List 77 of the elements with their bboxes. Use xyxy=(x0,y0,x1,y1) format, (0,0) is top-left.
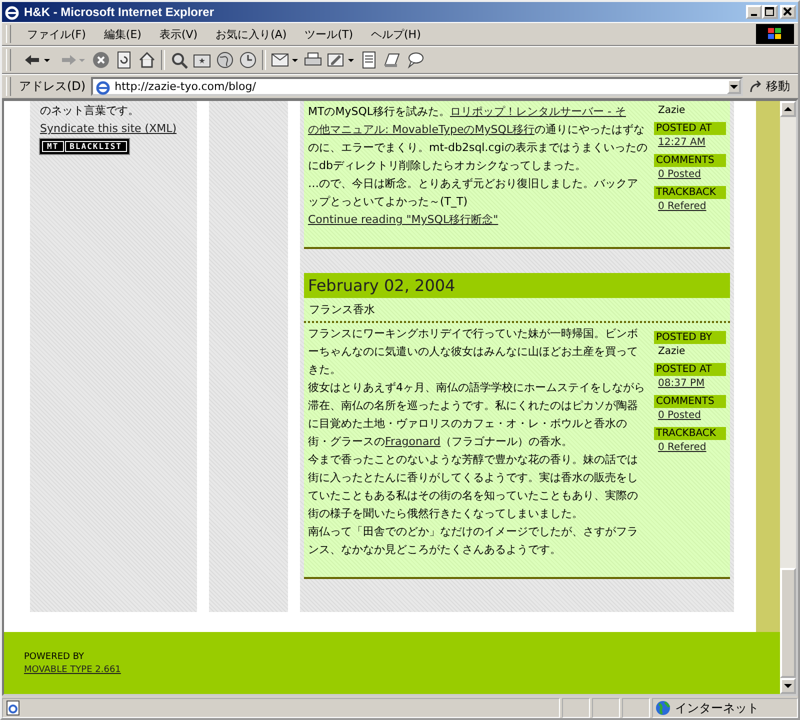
dropdown-button[interactable] xyxy=(727,79,741,94)
vertical-scrollbar[interactable] xyxy=(780,101,796,694)
browser-logo-icon xyxy=(94,78,111,94)
address-label: アドレス(D) xyxy=(19,78,86,95)
sidebar-text: のネット言葉です。 xyxy=(40,103,139,118)
text-link[interactable]: の他マニュアル: MovableTypeのMySQL移行 xyxy=(308,123,535,136)
post-paragraph: 南仏って「田舎でのどか」なだけのイメージでしたが、さすがフランス、なかなか見どころがたくさんあるようです。 xyxy=(308,524,639,558)
post-paragraph: 彼女はとりあえず4ヶ月、南仏の語学学校にホームステイをしながら滞在、南仏の名所を巡ったようです。私にくれたのはピカソが陶器に目覚めた土地・ヴァロリスのカフェ・オ・レ・ボウルと香水の街・グラースのFragonard（フラゴナール）の香水。 xyxy=(308,380,646,450)
menu-item[interactable]: 編集(E) xyxy=(96,26,150,42)
document-icon[interactable] xyxy=(360,51,378,69)
meta-label: COMMENTS xyxy=(654,154,726,167)
refresh-icon[interactable] xyxy=(115,51,133,69)
scroll-thumb[interactable] xyxy=(780,568,796,678)
meta-label: POSTED BY xyxy=(654,331,726,344)
movable-type-link[interactable]: MOVABLE TYPE 2.661 xyxy=(24,664,780,674)
meta-label: TRACKBACK xyxy=(654,427,726,440)
browser-logo-icon xyxy=(4,4,20,20)
maximize-button[interactable] xyxy=(762,5,778,19)
meta-link[interactable]: 0 Refered xyxy=(654,199,710,212)
meta-label: POSTED AT xyxy=(654,363,726,376)
author-name: Zazie xyxy=(657,345,686,357)
text-link[interactable]: Fragonard xyxy=(385,435,441,448)
status-pane xyxy=(622,698,650,718)
mail-icon[interactable] xyxy=(271,51,299,69)
menu-item[interactable]: 表示(V) xyxy=(151,26,206,42)
address-field[interactable]: http://zazie-tyo.com/blog/ xyxy=(90,77,743,96)
meta-link[interactable]: 0 Posted xyxy=(654,408,705,421)
page-icon[interactable] xyxy=(383,51,401,69)
menu-item[interactable]: ファイル(F) xyxy=(19,26,94,42)
menu-item[interactable]: お気に入り(A) xyxy=(208,26,295,42)
post-paragraph: …ので、今日は断念。とりあえず元どおり復旧しました。バックアップとっといてよかった～(T_T) xyxy=(308,176,639,210)
history-icon[interactable] xyxy=(239,51,257,69)
maximize-icon xyxy=(765,7,775,17)
up-arrow-icon xyxy=(784,105,792,113)
go-button[interactable]: 移動 xyxy=(745,78,794,95)
post-title: フランス香水 xyxy=(304,298,730,323)
home-icon[interactable] xyxy=(138,51,156,69)
meta-label: TRACKBACK xyxy=(654,186,726,199)
syndicate-link[interactable]: Syndicate this site (XML) xyxy=(40,122,177,135)
scroll-up-button[interactable] xyxy=(780,101,796,117)
url-text: http://zazie-tyo.com/blog/ xyxy=(114,80,257,93)
meta-link[interactable]: 0 Posted xyxy=(654,167,705,180)
status-pane xyxy=(562,698,590,718)
curved-arrow-icon xyxy=(749,80,763,94)
menu-item[interactable]: ツール(T) xyxy=(296,26,361,42)
caret-icon xyxy=(730,82,738,90)
minimize-button[interactable] xyxy=(746,5,762,19)
blacklist-badge[interactable]: MT BLACKLIST xyxy=(40,139,129,154)
powered-by-label: POWERED BY xyxy=(24,652,86,662)
window-title: H&K - Microsoft Internet Explorer xyxy=(24,5,216,19)
speech-bubble-icon[interactable] xyxy=(406,51,424,69)
windows-logo-icon xyxy=(756,24,794,44)
author-name: Zazie xyxy=(657,104,686,116)
post-paragraph: フランスにワーキングホリデイで行っていた妹が一時帰国。ビンボーちゃんなのに気遣いの人な彼女はみんなに山ほどお土産を買ってきた。 xyxy=(308,326,639,378)
continue-reading-link[interactable]: Continue reading "MySQL移行断念" xyxy=(308,211,498,229)
stop-icon[interactable] xyxy=(92,51,110,69)
zone-label: インターネット xyxy=(675,700,759,716)
close-button[interactable] xyxy=(780,5,796,19)
date-header: February 02, 2004 xyxy=(304,273,730,298)
meta-label: POSTED AT xyxy=(654,122,726,135)
meta-link[interactable]: 12:27 AM xyxy=(654,135,710,148)
status-pane xyxy=(592,698,620,718)
meta-link[interactable]: 08:37 PM xyxy=(654,376,709,389)
edit-icon[interactable] xyxy=(327,51,355,69)
post-paragraph: 今まで香ったことのないような芳醇で豊かな花の香り。妹の話では街に入ったとたんに香りがしてくるようです。実は香水の販売をしていたこともある私はその街の名を知っていたこともあり、実際の街の様子を聞いたら俄然行きたくなってしまいました。 xyxy=(308,452,639,522)
menu-item[interactable]: ヘルプ(H) xyxy=(363,26,429,42)
scroll-down-button[interactable] xyxy=(780,678,796,694)
close-icon xyxy=(783,7,793,17)
post-paragraph: MTのMySQL移行を試みた。ロリポップ！レンタルサーバー - そ の他マニュアル: MovableTypeのMySQL移行の通りにやったはずなのに、エラーでまくり。mt-db2sql.cgiの表示まではうまくいったのにdbディレクトリ削除したらオカシクなってしまった。 xyxy=(308,104,648,174)
globe-icon xyxy=(655,700,671,716)
meta-link[interactable]: 0 Refered xyxy=(654,440,710,453)
text-link[interactable]: ロリポップ！レンタルサーバー - そ xyxy=(450,105,626,118)
meta-label: COMMENTS xyxy=(654,395,726,408)
down-arrow-icon xyxy=(784,682,792,690)
minimize-icon xyxy=(751,14,757,16)
search-icon[interactable] xyxy=(170,51,188,69)
globe-icon[interactable] xyxy=(216,51,234,69)
